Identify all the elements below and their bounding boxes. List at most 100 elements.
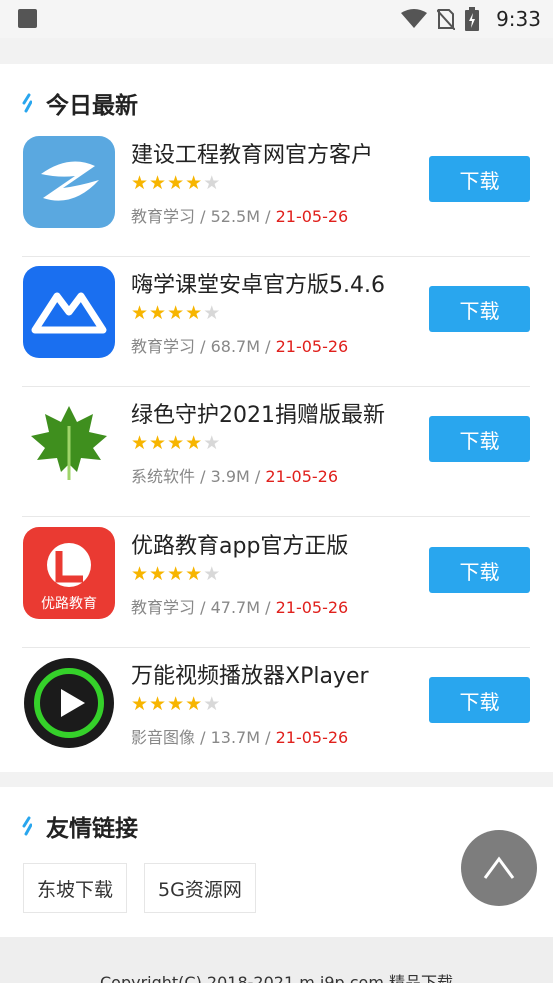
app-date: 21-05-26 [275,207,349,226]
app-date: 21-05-26 [275,728,349,747]
star-empty-icon: ★ [203,302,221,324]
chevron-up-icon [483,856,515,879]
app-meta: 系统软件 / 3.9M / 21-05-26 [131,463,338,487]
section-title: 友情链接 [46,816,138,842]
star-icon: ★ [185,432,203,454]
download-button[interactable]: 下载 [429,286,530,332]
haixue-app-icon[interactable] [23,266,115,358]
app-list-item[interactable]: 万能视频播放器XPlayer ★ ★ ★ ★ ★ 影音图像 / 13.7M / 21-0… [22,648,530,778]
meta-separator: / [195,207,211,226]
star-icon: ★ [185,563,203,585]
footer: Copyright(C) 2018-2021 m.i9p.com 精品下载 [0,937,553,983]
download-button[interactable]: 下载 [429,547,530,593]
status-time: 9:33 [496,7,541,31]
app-name[interactable]: 建设工程教育网官方客户 [131,137,373,169]
app-size: 68.7M [210,337,261,356]
meta-separator: / [260,728,276,747]
star-icon: ★ [131,302,149,324]
star-icon: ★ [149,693,167,715]
app-list-item[interactable]: 优路教育 优路教育app官方正版 ★ ★ ★ ★ ★ 教育学习 / 47.7M / 21… [22,518,530,648]
app-list-item[interactable]: 建设工程教育网官方客户 ★ ★ ★ ★ ★ 教育学习 / 52.5M / 21-05-2… [22,127,530,257]
meta-separator: / [260,207,276,226]
meta-separator: / [195,598,211,617]
star-icon: ★ [167,302,185,324]
app-size: 3.9M [210,467,250,486]
battery-charging-icon [465,7,479,31]
section-marker-icon [22,816,32,836]
download-button[interactable]: 下载 [429,156,530,202]
star-icon: ★ [149,172,167,194]
star-icon: ★ [185,172,203,194]
app-meta: 影音图像 / 13.7M / 21-05-26 [131,724,348,748]
rating-stars: ★ ★ ★ ★ ★ [131,304,220,323]
star-icon: ★ [167,172,185,194]
notification-square-icon [18,9,37,28]
app-meta: 教育学习 / 47.7M / 21-05-26 [131,594,348,618]
friend-link[interactable]: 5G资源网 [144,863,256,913]
app-name[interactable]: 绿色守护2021捐赠版最新 [131,397,385,429]
today-latest-section: 今日最新 建设工程教育网官方客户 ★ ★ ★ ★ ★ 教育学习 / 52.5M / 21… [0,64,553,772]
app-list-item[interactable]: 嗨学课堂安卓官方版5.4.6 ★ ★ ★ ★ ★ 教育学习 / 68.7M / 21-0… [22,257,530,387]
rating-stars: ★ ★ ★ ★ ★ [131,565,220,584]
star-icon: ★ [131,432,149,454]
app-size: 13.7M [210,728,261,747]
app-size: 47.7M [210,598,261,617]
app-date: 21-05-26 [265,467,339,486]
greenify-app-icon[interactable] [23,396,115,488]
star-empty-icon: ★ [203,172,221,194]
rating-stars: ★ ★ ★ ★ ★ [131,434,220,453]
star-icon: ★ [167,693,185,715]
star-icon: ★ [185,693,203,715]
app-date: 21-05-26 [275,337,349,356]
star-icon: ★ [131,693,149,715]
app-category: 教育学习 [131,598,196,617]
youlu-app-icon[interactable]: 优路教育 [23,527,115,619]
link-list: 东坡下载 5G资源网 [23,863,256,913]
download-button[interactable]: 下载 [429,677,530,723]
wifi-icon [401,9,427,28]
friend-link[interactable]: 东坡下载 [23,863,128,913]
download-button[interactable]: 下载 [429,416,530,462]
status-icons [401,7,479,31]
rating-stars: ★ ★ ★ ★ ★ [131,695,220,714]
star-empty-icon: ★ [203,432,221,454]
app-meta: 教育学习 / 68.7M / 21-05-26 [131,333,348,357]
star-icon: ★ [149,563,167,585]
star-icon: ★ [131,563,149,585]
xplayer-app-icon[interactable] [23,657,115,749]
app-category: 系统软件 [131,467,196,486]
app-size: 52.5M [210,207,261,226]
app-date: 21-05-26 [275,598,349,617]
star-icon: ★ [149,432,167,454]
star-icon: ★ [131,172,149,194]
app-category: 教育学习 [131,207,196,226]
star-icon: ★ [185,302,203,324]
app-name[interactable]: 万能视频播放器XPlayer [131,658,369,690]
youlu-icon-text: 优路教育 [41,596,97,612]
star-icon: ★ [167,563,185,585]
star-icon: ★ [149,302,167,324]
star-empty-icon: ★ [203,563,221,585]
section-header: 今日最新 [22,86,138,120]
meta-separator: / [195,728,211,747]
app-name[interactable]: 嗨学课堂安卓官方版5.4.6 [131,267,385,299]
rating-stars: ★ ★ ★ ★ ★ [131,174,220,193]
no-sim-icon [437,9,455,30]
meta-separator: / [249,467,266,486]
meta-separator: / [195,337,211,356]
app-name[interactable]: 优路教育app官方正版 [131,528,348,560]
jianshe-app-icon[interactable] [23,136,115,228]
star-icon: ★ [167,432,185,454]
status-bar: 9:33 [0,0,553,38]
section-marker-icon [22,93,32,113]
app-meta: 教育学习 / 52.5M / 21-05-26 [131,203,348,227]
section-header: 友情链接 [22,809,138,843]
meta-separator: / [260,598,276,617]
back-to-top-button[interactable] [461,830,537,906]
meta-separator: / [260,337,276,356]
copyright-text: Copyright(C) 2018-2021 m.i9p.com 精品下载 [99,973,454,983]
app-list-item[interactable]: 绿色守护2021捐赠版最新 ★ ★ ★ ★ ★ 系统软件 / 3.9M / 21-05-… [22,387,530,517]
star-empty-icon: ★ [203,693,221,715]
app-category: 教育学习 [131,337,196,356]
app-category: 影音图像 [131,728,196,747]
